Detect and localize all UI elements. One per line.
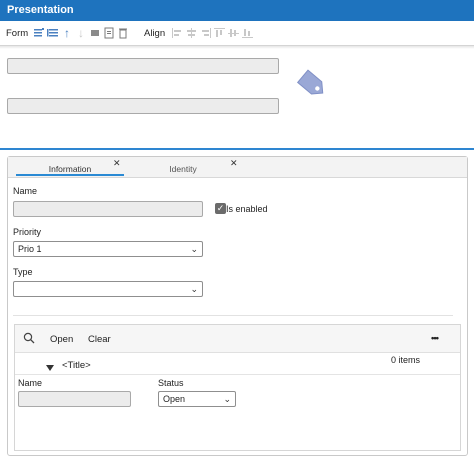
column-name-label: Name xyxy=(18,378,43,388)
list-toolbar: Open Clear ••• xyxy=(15,325,460,353)
more-options-button[interactable]: ••• xyxy=(431,333,439,344)
tab-strip: Information ✕ Identity ✕ xyxy=(8,157,467,178)
group-title: <Title> xyxy=(62,360,91,371)
align-center-icon[interactable] xyxy=(185,26,197,39)
type-label: Type xyxy=(13,267,33,277)
group-divider xyxy=(15,374,460,375)
move-down-icon[interactable]: ↓ xyxy=(75,26,87,40)
priority-select[interactable]: Prio 1 ⌄ xyxy=(13,241,203,257)
tab-information-label: Information xyxy=(48,164,92,174)
form-toolbar-label: Form xyxy=(6,28,29,39)
add-row-icon[interactable] xyxy=(33,26,45,39)
chevron-down-icon: ⌄ xyxy=(223,394,231,404)
collapse-caret-icon[interactable] xyxy=(46,363,54,374)
move-up-icon[interactable]: ↑ xyxy=(61,26,73,40)
search-icon[interactable] xyxy=(23,332,35,347)
row-status-select[interactable]: Open ⌄ xyxy=(158,391,236,407)
window-title: Presentation xyxy=(0,0,474,21)
tab-identity[interactable]: Identity xyxy=(128,157,238,177)
delete-icon[interactable] xyxy=(117,26,129,39)
document-icon[interactable] xyxy=(103,26,115,39)
priority-value: Prio 1 xyxy=(18,244,42,254)
align-right-icon[interactable] xyxy=(199,26,211,39)
row-status-value: Open xyxy=(163,394,186,404)
is-enabled-checkbox[interactable]: ✓ xyxy=(215,203,226,214)
header-field-1[interactable] xyxy=(7,58,279,74)
priority-label: Priority xyxy=(13,227,42,237)
name-label: Name xyxy=(13,186,38,196)
designer-toolbar: Form ↑ ↓ Align xyxy=(0,21,474,46)
list-panel: Open Clear ••• 0 items <Title> Name Stat… xyxy=(14,324,461,451)
active-tab-indicator xyxy=(16,174,124,176)
close-tab-information-icon[interactable]: ✕ xyxy=(113,158,121,169)
tag-icon xyxy=(292,64,332,104)
item-count: 0 items xyxy=(391,355,421,365)
align-toolbar-label: Align xyxy=(144,28,166,39)
tab-panel: Information ✕ Identity ✕ Name ✓ Is enabl… xyxy=(7,156,468,456)
chevron-down-icon: ⌄ xyxy=(190,284,198,294)
clear-button[interactable]: Clear xyxy=(88,334,111,345)
form-divider xyxy=(13,315,453,316)
chevron-down-icon: ⌄ xyxy=(190,244,198,254)
align-middle-icon[interactable] xyxy=(227,26,239,39)
column-status-label: Status xyxy=(158,378,184,388)
list-icon[interactable] xyxy=(47,26,59,39)
align-top-icon[interactable] xyxy=(213,26,225,39)
section-divider xyxy=(0,148,474,150)
row-name-field[interactable] xyxy=(18,391,131,407)
align-left-icon[interactable] xyxy=(171,26,183,39)
open-button[interactable]: Open xyxy=(50,334,73,345)
align-bottom-icon[interactable] xyxy=(241,26,253,39)
toolbar-shadow xyxy=(0,46,474,49)
name-field[interactable] xyxy=(13,201,203,217)
tab-identity-label: Identity xyxy=(169,164,197,174)
header-field-2[interactable] xyxy=(7,98,279,114)
stop-icon[interactable] xyxy=(89,26,101,39)
is-enabled-label: Is enabled xyxy=(226,204,268,214)
type-select[interactable]: ⌄ xyxy=(13,281,203,297)
close-tab-identity-icon[interactable]: ✕ xyxy=(230,158,238,169)
